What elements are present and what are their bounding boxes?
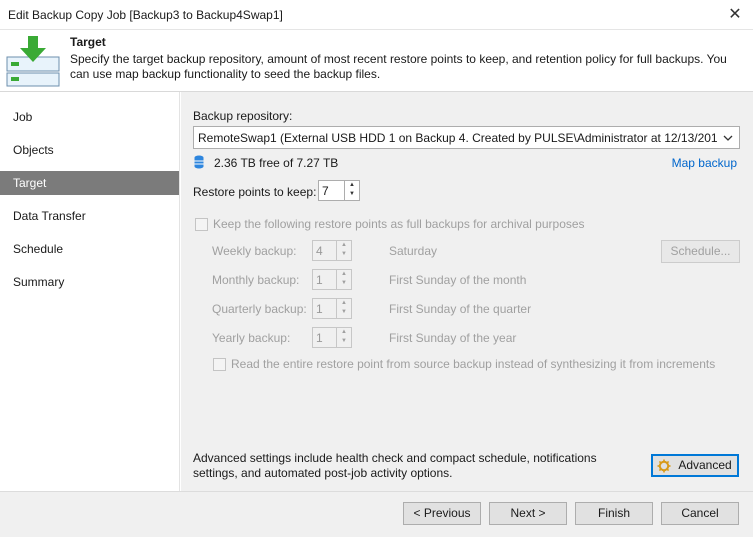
chevron-down-icon [723,135,733,141]
monthly-backup-day: First Sunday of the month [389,273,527,287]
monthly-backup-label: Monthly backup: [212,273,300,287]
sidebar-item-schedule[interactable]: Schedule [0,237,179,261]
quarterly-backup-label: Quarterly backup: [212,302,307,316]
wizard-header: Target Specify the target backup reposit… [0,30,753,92]
repository-select[interactable]: RemoteSwap1 (External USB HDD 1 on Backu… [193,126,740,149]
advanced-button[interactable]: Advanced [651,454,739,477]
restore-points-value: 7 [322,184,329,198]
finish-button[interactable]: Finish [575,502,653,525]
repository-download-icon [6,36,60,87]
spin-up-icon[interactable]: ▲ [345,181,359,190]
sidebar-item-job[interactable]: Job [0,105,179,129]
quarterly-backup-value: 1 [316,302,323,316]
cancel-button[interactable]: Cancel [661,502,739,525]
yearly-backup-day: First Sunday of the year [389,331,517,345]
spin-down-icon[interactable]: ▼ [337,250,351,259]
close-icon[interactable]: ✕ [723,3,747,27]
spin-down-icon[interactable]: ▼ [337,279,351,288]
read-entire-label: Read the entire restore point from sourc… [231,357,716,371]
quarterly-backup-stepper[interactable]: 1 ▲ ▼ [312,298,352,319]
title-bar: Edit Backup Copy Job [Backup3 to Backup4… [0,0,753,30]
spin-down-icon[interactable]: ▼ [337,308,351,317]
sidebar-item-target[interactable]: Target [0,171,179,195]
schedule-button[interactable]: Schedule... [661,240,740,263]
spin-up-icon[interactable]: ▲ [337,241,351,250]
yearly-backup-stepper[interactable]: 1 ▲ ▼ [312,327,352,348]
restore-points-label: Restore points to keep: [193,185,317,199]
spin-up-icon[interactable]: ▲ [337,270,351,279]
page-title: Target [70,35,106,49]
database-icon [194,155,204,169]
previous-button[interactable]: < Previous [403,502,481,525]
repository-label: Backup repository: [193,109,293,123]
main-panel: Backup repository: RemoteSwap1 (External… [181,92,753,491]
monthly-backup-stepper[interactable]: 1 ▲ ▼ [312,269,352,290]
weekly-backup-day: Saturday [389,244,438,258]
wizard-steps: Job Objects Target Data Transfer Schedul… [0,92,180,491]
sidebar-item-summary[interactable]: Summary [0,270,179,294]
wizard-footer: < Previous Next > Finish Cancel [0,491,753,537]
repository-value: RemoteSwap1 (External USB HDD 1 on Backu… [198,131,718,145]
weekly-backup-label: Weekly backup: [212,244,297,258]
sidebar-item-data-transfer[interactable]: Data Transfer [0,204,179,228]
monthly-backup-value: 1 [316,273,323,287]
page-description: Specify the target backup repository, am… [70,52,727,81]
restore-points-stepper[interactable]: 7 ▲ ▼ [318,180,360,201]
spin-up-icon[interactable]: ▲ [337,299,351,308]
next-button[interactable]: Next > [489,502,567,525]
gfs-checkbox-label: Keep the following restore points as ful… [213,217,585,231]
weekly-backup-value: 4 [316,244,323,258]
spin-up-icon[interactable]: ▲ [337,328,351,337]
yearly-backup-value: 1 [316,331,323,345]
window-title: Edit Backup Copy Job [Backup3 to Backup4… [8,8,283,22]
gfs-checkbox[interactable] [195,218,208,231]
read-entire-checkbox[interactable] [213,358,226,371]
weekly-backup-stepper[interactable]: 4 ▲ ▼ [312,240,352,261]
map-backup-link[interactable]: Map backup [672,156,737,170]
advanced-button-label: Advanced [678,458,732,472]
advanced-description: Advanced settings include health check a… [193,451,597,480]
gear-icon [657,459,671,473]
sidebar-item-objects[interactable]: Objects [0,138,179,162]
spin-down-icon[interactable]: ▼ [345,190,359,199]
yearly-backup-label: Yearly backup: [212,331,291,345]
quarterly-backup-day: First Sunday of the quarter [389,302,532,316]
free-space-text: 2.36 TB free of 7.27 TB [214,156,339,170]
spin-down-icon[interactable]: ▼ [337,337,351,346]
